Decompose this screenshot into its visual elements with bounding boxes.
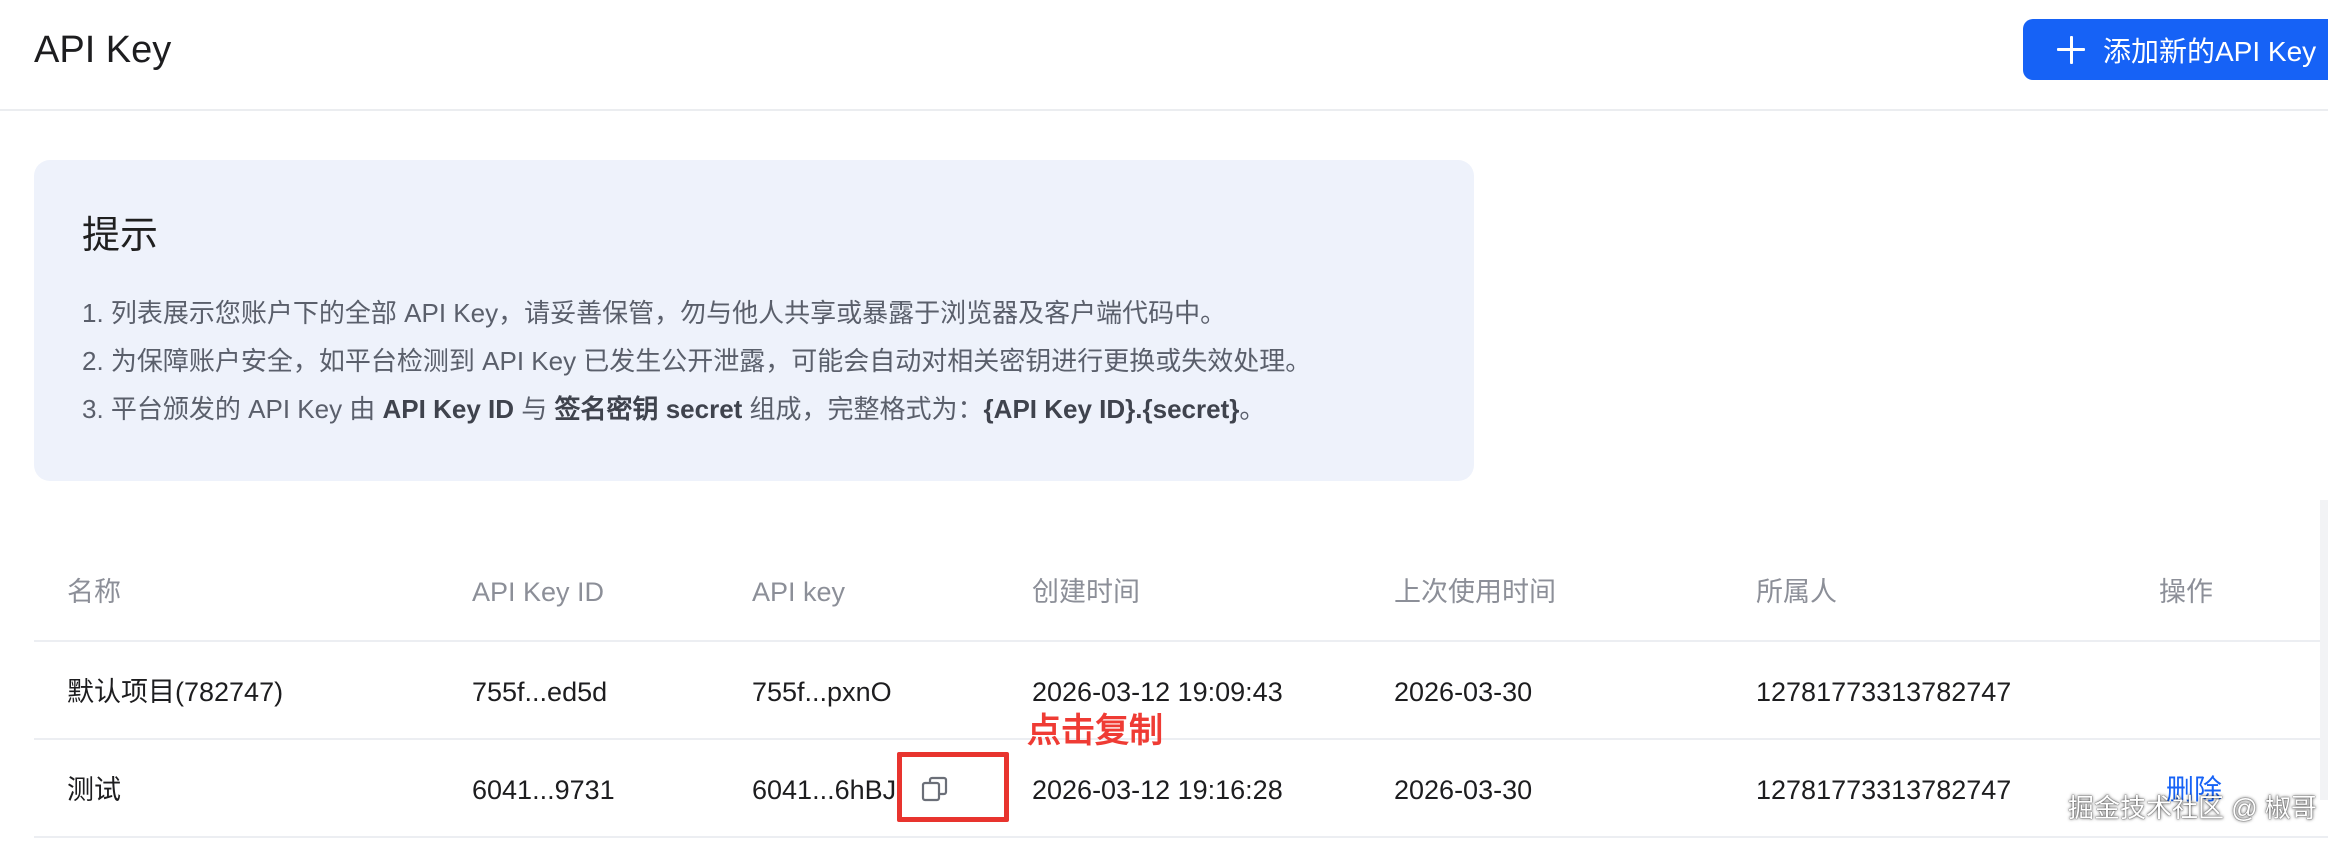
column-header-name: 名称 xyxy=(67,577,121,607)
row1-api-key-id: 755f...ed5d xyxy=(472,677,608,707)
watermark: 掘金技术社区 @ 椒哥 xyxy=(2068,793,2317,823)
row1-name: 默认项目(782747) xyxy=(67,677,284,707)
page-title: API Key xyxy=(34,29,172,71)
row2-api-key-id: 6041...9731 xyxy=(472,775,615,805)
row2-created: 2026-03-12 19:16:28 xyxy=(1032,775,1283,805)
row1-owner: 12781773313782747 xyxy=(1756,677,2012,707)
tip3-end: 。 xyxy=(1239,394,1266,424)
tips-title: 提示 xyxy=(82,215,159,257)
row-divider xyxy=(34,836,2328,838)
column-header-last-used: 上次使用时间 xyxy=(1394,577,1556,607)
tip3-suffix: 组成，完整格式为： xyxy=(742,394,984,424)
row2-api-key: 6041...6hBJ xyxy=(752,775,897,805)
column-header-created: 创建时间 xyxy=(1032,577,1140,607)
add-api-key-button[interactable]: 添加新的API Key xyxy=(2023,19,2328,80)
copy-highlight-box xyxy=(897,752,1009,822)
row2-name: 测试 xyxy=(67,775,121,805)
tip-line-1: 1. 列表展示您账户下的全部 API Key，请妥善保管，勿与他人共享或暴露于浏… xyxy=(82,298,1227,328)
tip3-prefix: 3. 平台颁发的 API Key 由 xyxy=(82,394,383,424)
tip3-api-key-id: API Key ID xyxy=(382,394,515,424)
row1-last-used: 2026-03-30 xyxy=(1394,677,1533,707)
tip3-mid: 与 xyxy=(514,394,555,424)
row1-created: 2026-03-12 19:09:43 xyxy=(1032,677,1283,707)
tip3-format: {API Key ID}.{secret} xyxy=(983,394,1240,424)
tip3-secret: 签名密钥 secret xyxy=(554,394,743,424)
row2-last-used: 2026-03-30 xyxy=(1394,775,1533,805)
page-header: API Key 添加新的API Key xyxy=(0,0,2328,111)
copy-icon[interactable] xyxy=(921,775,949,803)
column-header-api-key-id: API Key ID xyxy=(472,577,605,607)
copy-annotation: 点击复制 xyxy=(1027,712,1163,750)
tip-line-2: 2. 为保障账户安全，如平台检测到 API Key 已发生公开泄露，可能会自动对… xyxy=(82,346,1312,376)
row1-api-key: 755f...pxnO xyxy=(752,677,892,707)
column-header-owner: 所属人 xyxy=(1756,577,1837,607)
column-header-actions: 操作 xyxy=(2159,577,2213,607)
tips-panel: 提示 1. 列表展示您账户下的全部 API Key，请妥善保管，勿与他人共享或暴… xyxy=(34,160,1474,481)
header-divider xyxy=(34,640,2328,642)
scrollbar-track[interactable] xyxy=(2320,500,2328,800)
column-header-api-key: API key xyxy=(752,577,846,607)
plus-icon xyxy=(2057,35,2085,64)
tip-line-3: 3. 平台颁发的 API Key 由 API Key ID 与 签名密钥 sec… xyxy=(82,389,1265,429)
add-api-key-label: 添加新的API Key xyxy=(2103,35,2317,67)
row-divider xyxy=(34,738,2328,740)
row2-owner: 12781773313782747 xyxy=(1756,775,2012,805)
